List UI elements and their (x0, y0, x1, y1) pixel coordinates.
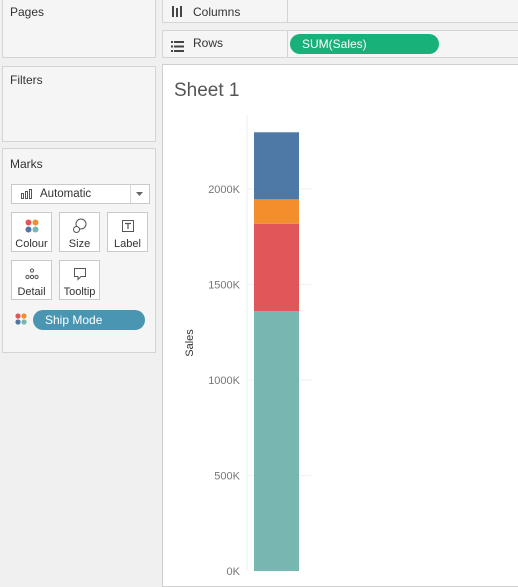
rows-icon (171, 39, 184, 57)
pages-card[interactable]: Pages (2, 0, 156, 58)
rows-shelf-divider (287, 31, 288, 57)
detail-button[interactable]: Detail (11, 260, 52, 300)
y-tick-label: 1500K (208, 280, 240, 292)
label-button[interactable]: Label (107, 212, 148, 252)
mark-type-value: Automatic (40, 188, 92, 200)
tooltip-button-label: Tooltip (63, 286, 96, 298)
chevron-down-icon[interactable] (130, 185, 149, 203)
colour-icon (12, 218, 51, 234)
columns-shelf-divider (287, 0, 288, 22)
label-button-label: Label (114, 238, 141, 250)
y-tick-label: 1000K (208, 375, 240, 387)
bar-segment (254, 132, 299, 200)
sheet-view: Sheet 1 0K 500K 1000K 1500K 2000K Sales (162, 64, 518, 587)
bar-segment (254, 223, 299, 312)
stacked-bar-chart: 0K 500K 1000K 1500K 2000K Sales (184, 115, 313, 578)
size-button[interactable]: Size (59, 212, 100, 252)
columns-shelf-label: Columns (193, 5, 241, 19)
rows-shelf[interactable]: Rows SUM(Sales) (162, 30, 518, 58)
pages-card-title: Pages (10, 5, 45, 19)
colour-button[interactable]: Colour (11, 212, 52, 252)
columns-icon (171, 5, 183, 23)
columns-shelf[interactable]: Columns (162, 0, 518, 23)
ship-mode-pill[interactable]: Ship Mode (33, 310, 145, 330)
colour-button-label: Colour (15, 238, 48, 250)
rows-shelf-label: Rows (193, 36, 224, 50)
detail-button-label: Detail (17, 286, 46, 298)
tooltip-icon (60, 266, 99, 282)
colour-encoding-icon (14, 312, 28, 331)
size-button-label: Size (68, 238, 91, 250)
bar-chart-icon (21, 189, 35, 202)
y-axis-label: Sales (184, 329, 196, 357)
tooltip-button[interactable]: Tooltip (59, 260, 100, 300)
label-icon (108, 218, 147, 234)
y-tick-label: 0K (227, 566, 241, 578)
mark-type-dropdown[interactable]: Automatic (11, 184, 150, 204)
sum-sales-pill[interactable]: SUM(Sales) (290, 34, 439, 54)
bar-segment (254, 199, 299, 224)
bar-segment (254, 311, 299, 571)
y-tick-label: 500K (214, 471, 240, 483)
filters-card[interactable]: Filters (2, 66, 156, 142)
y-tick-label: 2000K (208, 184, 240, 196)
filters-card-title: Filters (10, 73, 43, 87)
size-icon (60, 218, 99, 234)
marks-card-title: Marks (10, 157, 43, 171)
detail-icon (12, 266, 51, 282)
